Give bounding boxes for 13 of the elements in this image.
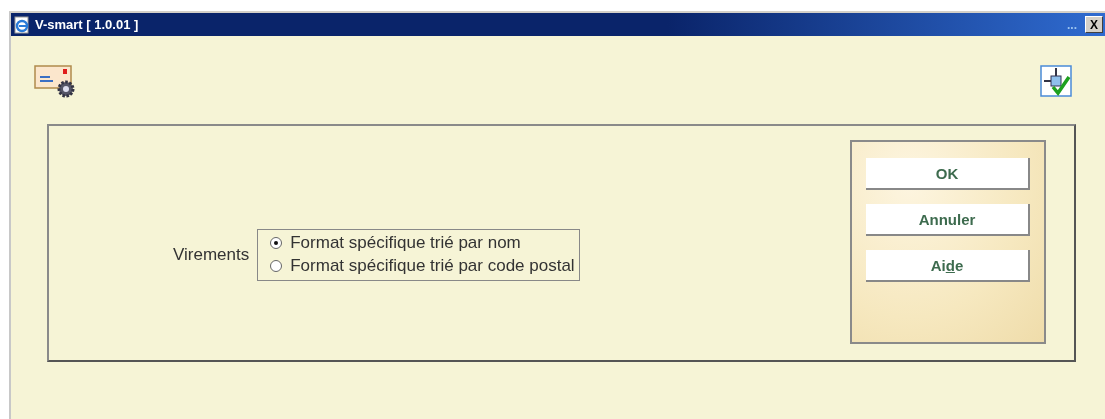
radio-option[interactable]: Format spécifique trié par code postal — [270, 256, 575, 276]
field-label: Virements — [173, 245, 250, 265]
radio-option[interactable]: Format spécifique trié par nom — [270, 233, 575, 253]
dialog-button[interactable]: OK — [866, 158, 1030, 190]
mail-settings-icon[interactable] — [34, 63, 76, 99]
radio-button[interactable] — [270, 260, 283, 272]
close-button[interactable]: X — [1085, 16, 1103, 33]
browser-icon — [13, 15, 31, 34]
dialog-button[interactable]: Annuler — [866, 204, 1030, 236]
window-title: V-smart [ 1.0.01 ] — [35, 17, 140, 32]
move-check-icon[interactable] — [1040, 65, 1072, 97]
dialog-button[interactable]: Aide — [866, 250, 1030, 282]
radio-button[interactable] — [270, 237, 283, 249]
